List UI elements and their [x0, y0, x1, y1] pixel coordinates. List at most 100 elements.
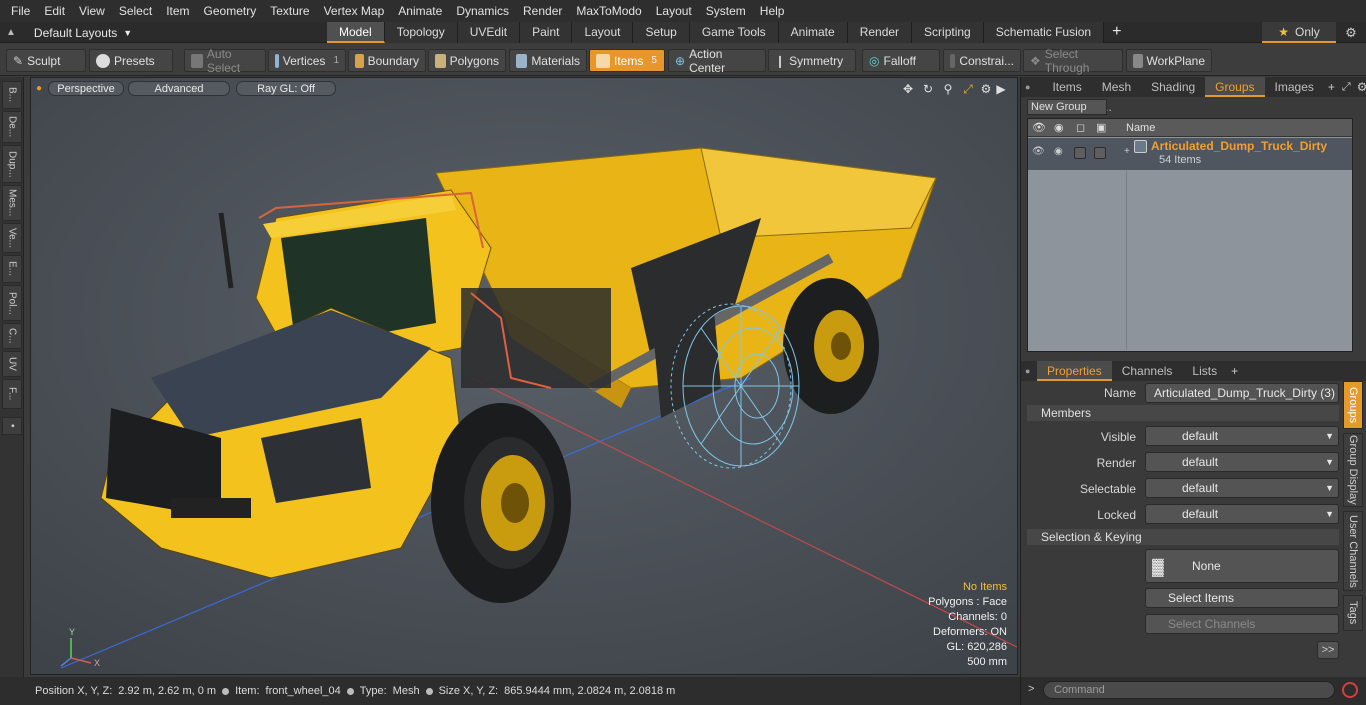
- selection-keying-header[interactable]: Selection & Keying: [1027, 529, 1339, 545]
- tab-lists[interactable]: Lists: [1182, 361, 1227, 381]
- visible-dropdown[interactable]: default ▼: [1145, 426, 1339, 446]
- selectable-dropdown[interactable]: default ▼: [1145, 478, 1339, 498]
- tab-game-tools[interactable]: Game Tools: [689, 22, 779, 43]
- render-dropdown[interactable]: default ▼: [1145, 452, 1339, 472]
- keying-none-button[interactable]: ▓ None: [1145, 549, 1339, 583]
- left-tab-mes[interactable]: Mes...: [2, 185, 22, 221]
- tab-schematic-fusion[interactable]: Schematic Fusion: [983, 22, 1105, 43]
- add-tab-icon[interactable]: +: [1324, 80, 1339, 94]
- tab-animate[interactable]: Animate: [778, 22, 848, 43]
- render-icon[interactable]: ◉: [1054, 121, 1064, 134]
- zoom-icon[interactable]: ⚲: [941, 82, 955, 96]
- vertices-button[interactable]: Vertices 1: [268, 49, 346, 72]
- raygl-button[interactable]: Ray GL: Off: [236, 81, 336, 96]
- tab-shading[interactable]: Shading: [1141, 77, 1205, 97]
- left-tab-pol[interactable]: Pol...: [2, 285, 22, 321]
- side-tab-user-channels[interactable]: User Channels: [1343, 511, 1363, 591]
- 3d-viewport[interactable]: Y X ● Perspective Advanced Ray GL: Off ✥…: [30, 77, 1018, 675]
- tab-setup[interactable]: Setup: [633, 22, 690, 43]
- expand-icon[interactable]: ⤢: [1339, 81, 1354, 94]
- side-tab-groups[interactable]: Groups: [1343, 381, 1363, 429]
- tab-topology[interactable]: Topology: [384, 22, 458, 43]
- menu-animate[interactable]: Animate: [391, 0, 449, 22]
- left-tab-c[interactable]: C...: [2, 323, 22, 349]
- advanced-button[interactable]: Advanced: [128, 81, 230, 96]
- presets-button[interactable]: Presets: [89, 49, 173, 72]
- side-tab-tags[interactable]: Tags: [1343, 595, 1363, 631]
- visible-eye-icon[interactable]: 👁: [1032, 146, 1045, 157]
- lock-toggle[interactable]: [1094, 147, 1106, 159]
- record-icon[interactable]: [1342, 682, 1358, 698]
- select-items-button[interactable]: Select Items: [1145, 588, 1339, 608]
- menu-select[interactable]: Select: [112, 0, 159, 22]
- more-button[interactable]: >>: [1317, 641, 1339, 659]
- rotate-icon[interactable]: ↻: [921, 82, 935, 96]
- select-lock-icon[interactable]: ◻: [1076, 121, 1085, 134]
- constraints-button[interactable]: Constrai...: [943, 49, 1021, 72]
- tab-channels[interactable]: Channels: [1112, 361, 1183, 381]
- menu-system[interactable]: System: [699, 0, 753, 22]
- menu-item[interactable]: Item: [159, 0, 196, 22]
- side-tab-group-display[interactable]: Group Display: [1343, 433, 1363, 507]
- eye-icon[interactable]: 👁: [1032, 121, 1046, 134]
- viewport-more-icon[interactable]: ▶: [994, 82, 1008, 96]
- left-tab-ve[interactable]: Ve...: [2, 223, 22, 253]
- falloff-button[interactable]: ◎ Falloff: [862, 49, 940, 72]
- select-toggle[interactable]: [1074, 147, 1086, 159]
- menu-render[interactable]: Render: [516, 0, 569, 22]
- name-column-header[interactable]: Name: [1126, 122, 1155, 134]
- menu-layout[interactable]: Layout: [649, 0, 699, 22]
- gear-icon[interactable]: ⚙: [1342, 24, 1360, 42]
- tab-model[interactable]: Model: [327, 22, 385, 43]
- left-tab-collapse[interactable]: •: [2, 417, 22, 435]
- viewport-gear-icon[interactable]: ⚙: [979, 82, 993, 96]
- add-props-tab-icon[interactable]: +: [1227, 364, 1242, 378]
- menu-file[interactable]: File: [4, 0, 37, 22]
- group-name[interactable]: Articulated_Dump_Truck_Dirty: [1151, 139, 1327, 153]
- locked-dropdown[interactable]: default ▼: [1145, 504, 1339, 524]
- menu-geometry[interactable]: Geometry: [197, 0, 264, 22]
- viewport-menu-icon[interactable]: ●: [36, 83, 42, 94]
- tab-groups[interactable]: Groups: [1205, 77, 1265, 97]
- only-toggle[interactable]: ★ Only: [1262, 22, 1336, 43]
- panel-gear-icon[interactable]: ⚙: [1354, 80, 1366, 94]
- perspective-button[interactable]: Perspective: [48, 81, 124, 96]
- cube-icon[interactable]: ▣: [1096, 121, 1106, 134]
- menu-view[interactable]: View: [72, 0, 112, 22]
- menu-help[interactable]: Help: [753, 0, 792, 22]
- props-menu-icon[interactable]: ●: [1021, 366, 1033, 376]
- panel-menu-icon[interactable]: ●: [1021, 82, 1030, 92]
- left-tab-f[interactable]: F...: [2, 379, 22, 409]
- move-icon[interactable]: ✥: [901, 82, 915, 96]
- select-channels-button[interactable]: Select Channels: [1145, 614, 1339, 634]
- menu-vertex-map[interactable]: Vertex Map: [317, 0, 392, 22]
- polygons-button[interactable]: Polygons: [428, 49, 506, 72]
- workplane-button[interactable]: WorkPlane: [1126, 49, 1212, 72]
- layouts-dropdown[interactable]: ▲ Default Layouts ▼: [6, 22, 132, 43]
- fit-icon[interactable]: ⤢: [961, 82, 975, 96]
- tab-images[interactable]: Images: [1265, 77, 1324, 97]
- left-tab-dup[interactable]: Dup...: [2, 145, 22, 183]
- left-tab-de[interactable]: De...: [2, 111, 22, 143]
- tab-layout[interactable]: Layout: [572, 22, 634, 43]
- menu-texture[interactable]: Texture: [263, 0, 316, 22]
- new-group-button[interactable]: New Group: [1027, 99, 1107, 115]
- menu-maxtomodo[interactable]: MaxToModo: [569, 0, 648, 22]
- left-tab-e[interactable]: E...: [2, 255, 22, 283]
- sculpt-button[interactable]: ✎ Sculpt: [6, 49, 86, 72]
- tab-paint[interactable]: Paint: [520, 22, 573, 43]
- menu-dynamics[interactable]: Dynamics: [449, 0, 516, 22]
- group-row[interactable]: 👁 ◉ + Articulated_Dump_Truck_Dirty 54 It…: [1028, 138, 1352, 170]
- boundary-button[interactable]: Boundary: [348, 49, 426, 72]
- action-center-button[interactable]: ⊕ Action Center: [668, 47, 766, 75]
- tab-items[interactable]: Items: [1042, 77, 1091, 97]
- tab-scripting[interactable]: Scripting: [912, 22, 984, 43]
- materials-button[interactable]: Materials: [509, 49, 587, 72]
- tab-mesh[interactable]: Mesh ...: [1092, 77, 1141, 114]
- tab-render[interactable]: Render: [847, 22, 913, 43]
- menu-edit[interactable]: Edit: [37, 0, 72, 22]
- expand-plus-icon[interactable]: +: [1124, 146, 1130, 157]
- render-toggle-icon[interactable]: ◉: [1054, 146, 1063, 157]
- left-tab-b[interactable]: B...: [2, 81, 22, 109]
- left-tab-uv[interactable]: UV: [2, 351, 22, 377]
